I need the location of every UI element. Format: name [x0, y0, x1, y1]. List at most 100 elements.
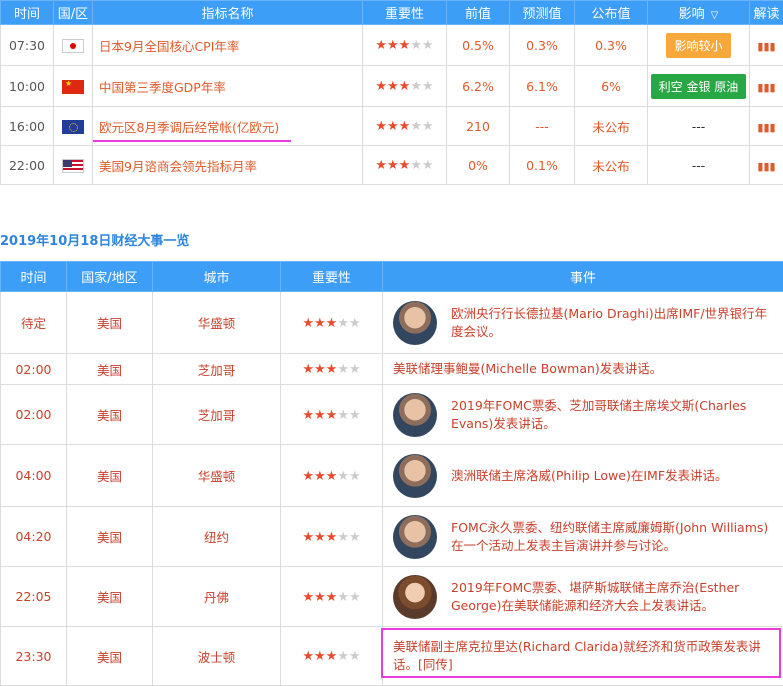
- event-cell: 2019年FOMC票委、芝加哥联储主席埃文斯(Charles Evans)发表讲…: [383, 385, 783, 445]
- star-icon: ★: [422, 79, 434, 94]
- importance-stars: ★★★★★: [302, 408, 360, 423]
- time-cell: 07:30: [1, 25, 54, 66]
- star-icon: ★: [302, 362, 314, 377]
- avatar: [393, 301, 437, 345]
- flag-icon: [62, 39, 84, 53]
- impact-cell: 利空 金银 原油: [648, 66, 750, 107]
- flag-cell: [54, 25, 93, 66]
- importance-stars: ★★★★★: [302, 362, 360, 377]
- importance-cell: ★★★★★: [281, 507, 383, 567]
- bar-chart-icon[interactable]: ▮▮▮: [757, 40, 775, 53]
- event-row[interactable]: 待定美国华盛顿★★★★★欧洲央行行长德拉基(Mario Draghi)出席IMF…: [1, 292, 783, 354]
- event-row[interactable]: 02:00美国芝加哥★★★★★2019年FOMC票委、芝加哥联储主席埃文斯(Ch…: [1, 385, 783, 445]
- country-cell: 美国: [67, 567, 153, 627]
- chevron-down-icon[interactable]: ▽: [711, 10, 719, 21]
- star-icon: ★: [387, 158, 399, 173]
- interpret-cell[interactable]: ▮▮▮: [750, 146, 783, 185]
- star-icon: ★: [302, 530, 314, 545]
- indicator-name[interactable]: 日本9月全国核心CPI年率: [93, 25, 363, 66]
- star-icon: ★: [387, 79, 399, 94]
- star-icon: ★: [375, 119, 387, 134]
- impact-cell: ---: [648, 107, 750, 146]
- importance-cell: ★★★★★: [281, 567, 383, 627]
- star-icon: ★: [302, 469, 314, 484]
- star-icon: ★: [302, 408, 314, 423]
- bar-chart-icon[interactable]: ▮▮▮: [757, 160, 775, 173]
- star-icon: ★: [399, 119, 411, 134]
- star-icon: ★: [349, 469, 361, 484]
- time-cell: 04:20: [1, 507, 67, 567]
- event-text: 2019年FOMC票委、堪萨斯城联储主席乔治(Esther George)在美联…: [451, 579, 773, 615]
- events-table: 时间 国家/地区 城市 重要性 事件 待定美国华盛顿★★★★★欧洲央行行长德拉基…: [0, 261, 783, 686]
- indicator-name[interactable]: 中国第三季度GDP年率: [93, 66, 363, 107]
- event-row[interactable]: 04:20美国纽约★★★★★FOMC永久票委、纽约联储主席威廉姆斯(John W…: [1, 507, 783, 567]
- interpret-cell[interactable]: ▮▮▮: [750, 66, 783, 107]
- city-cell: 华盛顿: [153, 445, 281, 507]
- col-interpret: 解读: [750, 1, 783, 25]
- importance-cell: ★★★★★: [363, 107, 447, 146]
- star-icon: ★: [314, 362, 326, 377]
- importance-cell: ★★★★★: [281, 445, 383, 507]
- flag-cell: [54, 107, 93, 146]
- impact-cell: ---: [648, 146, 750, 185]
- star-icon: ★: [337, 590, 349, 605]
- star-icon: ★: [314, 469, 326, 484]
- event-text: 欧洲央行行长德拉基(Mario Draghi)出席IMF/世界银行年度会议。: [451, 305, 773, 341]
- star-icon: ★: [399, 38, 411, 53]
- star-icon: ★: [326, 362, 338, 377]
- city-cell: 纽约: [153, 507, 281, 567]
- highlight-box: [381, 628, 781, 678]
- events-header-row: 时间 国家/地区 城市 重要性 事件: [1, 262, 783, 292]
- importance-stars: ★★★★★: [375, 38, 433, 53]
- star-icon: ★: [314, 530, 326, 545]
- event-cell: 澳洲联储主席洛威(Philip Lowe)在IMF发表讲话。: [383, 445, 783, 507]
- event-text: 2019年FOMC票委、芝加哥联储主席埃文斯(Charles Evans)发表讲…: [451, 397, 773, 433]
- forecast-value: ---: [510, 107, 575, 146]
- country-cell: 美国: [67, 507, 153, 567]
- indicator-name[interactable]: 美国9月谘商会领先指标月率: [93, 146, 363, 185]
- event-row[interactable]: 22:05美国丹佛★★★★★2019年FOMC票委、堪萨斯城联储主席乔治(Est…: [1, 567, 783, 627]
- star-icon: ★: [326, 649, 338, 664]
- country-cell: 美国: [67, 354, 153, 385]
- star-icon: ★: [375, 79, 387, 94]
- event-cell: 美联储理事鲍曼(Michelle Bowman)发表讲话。: [383, 354, 783, 385]
- indicator-row[interactable]: 10:00中国第三季度GDP年率★★★★★6.2%6.1%6%利空 金银 原油▮…: [1, 66, 783, 107]
- importance-stars: ★★★★★: [302, 590, 360, 605]
- star-icon: ★: [314, 316, 326, 331]
- importance-stars: ★★★★★: [302, 530, 360, 545]
- event-row[interactable]: 02:00美国芝加哥★★★★★美联储理事鲍曼(Michelle Bowman)发…: [1, 354, 783, 385]
- country-cell: 美国: [67, 445, 153, 507]
- event-cell: 欧洲央行行长德拉基(Mario Draghi)出席IMF/世界银行年度会议。: [383, 292, 783, 354]
- importance-cell: ★★★★★: [281, 354, 383, 385]
- city-cell: 芝加哥: [153, 354, 281, 385]
- interpret-cell[interactable]: ▮▮▮: [750, 107, 783, 146]
- flag-icon: [62, 80, 84, 94]
- event-row[interactable]: 04:00美国华盛顿★★★★★ 澳洲联储主席洛威(Philip Lowe)在IMF…: [1, 445, 783, 507]
- highlight-underline: [93, 140, 291, 142]
- event-text: 澳洲联储主席洛威(Philip Lowe)在IMF发表讲话。: [451, 467, 728, 485]
- col-event: 事件: [383, 262, 783, 292]
- impact-text: ---: [692, 158, 706, 173]
- section-title: 2019年10月18日财经大事一览: [0, 230, 189, 249]
- importance-cell: ★★★★★: [281, 627, 383, 686]
- indicator-row[interactable]: 07:30日本9月全国核心CPI年率★★★★★0.5%0.3%0.3%影响较小▮…: [1, 25, 783, 66]
- time-cell: 04:00: [1, 445, 67, 507]
- col-indicator: 指标名称: [93, 1, 363, 25]
- avatar: [393, 575, 437, 619]
- bar-chart-icon[interactable]: ▮▮▮: [757, 121, 775, 134]
- col-actual: 公布值: [575, 1, 648, 25]
- indicator-row[interactable]: 22:00美国9月谘商会领先指标月率★★★★★0%0.1%未公布---▮▮▮: [1, 146, 783, 185]
- importance-stars: ★★★★★: [375, 158, 433, 173]
- star-icon: ★: [410, 79, 422, 94]
- star-icon: ★: [337, 649, 349, 664]
- star-icon: ★: [349, 530, 361, 545]
- city-cell: 华盛顿: [153, 292, 281, 354]
- bar-chart-icon[interactable]: ▮▮▮: [757, 81, 775, 94]
- col-impact[interactable]: 影响▽: [648, 1, 750, 25]
- col-forecast: 预测值: [510, 1, 575, 25]
- star-icon: ★: [302, 649, 314, 664]
- star-icon: ★: [349, 590, 361, 605]
- interpret-cell[interactable]: ▮▮▮: [750, 25, 783, 66]
- time-cell: 22:00: [1, 146, 54, 185]
- importance-cell: ★★★★★: [363, 146, 447, 185]
